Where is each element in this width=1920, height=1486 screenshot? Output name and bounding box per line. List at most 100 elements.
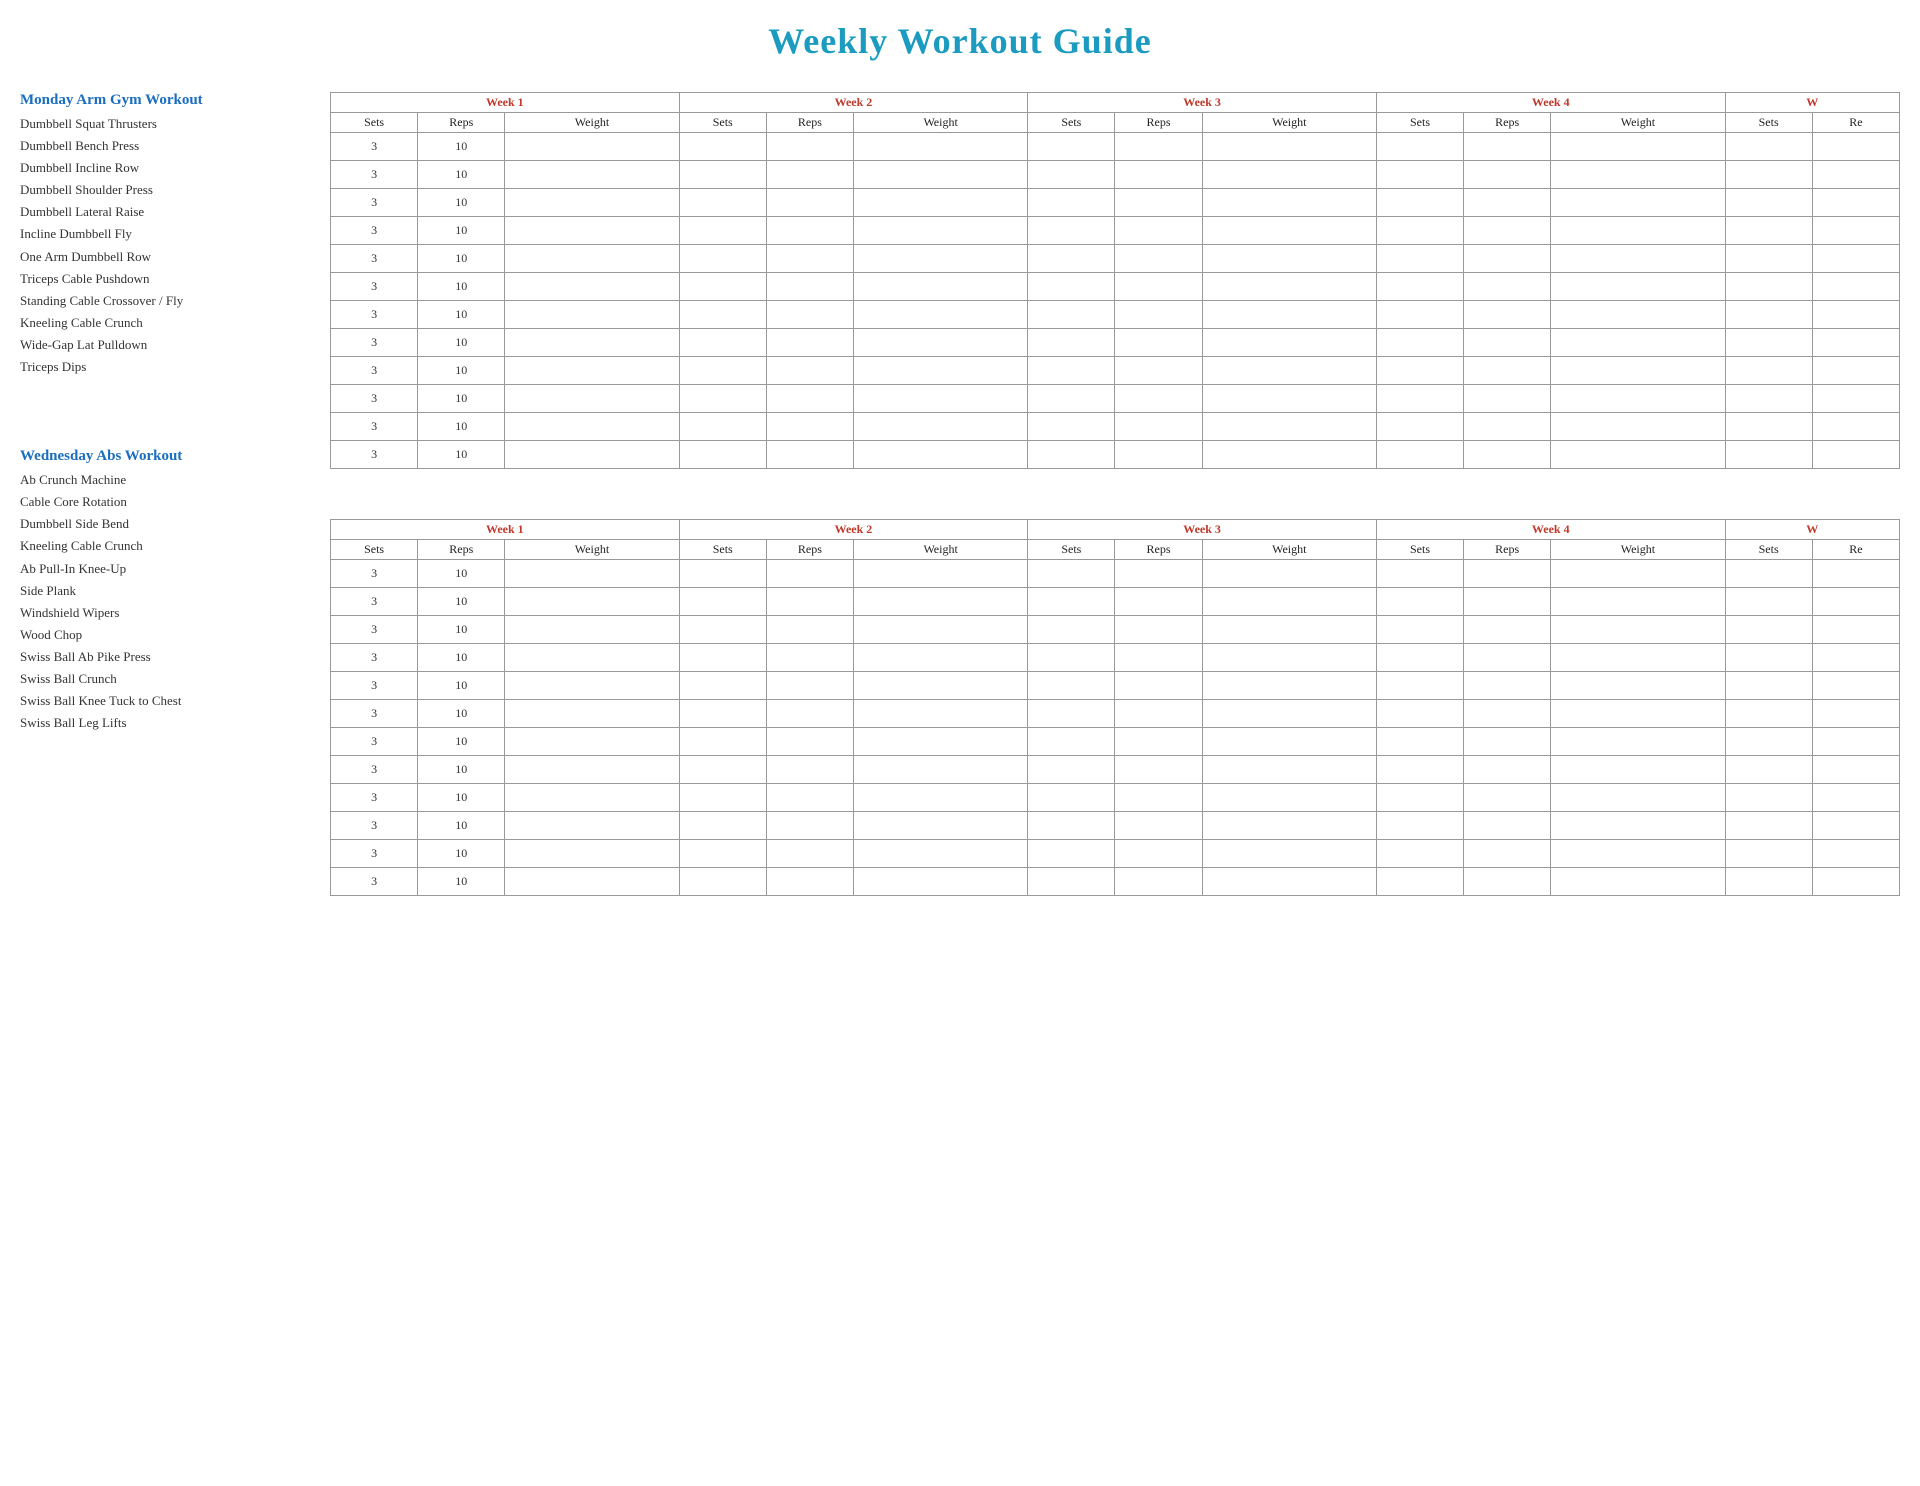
table-cell[interactable]	[766, 161, 853, 189]
table-cell[interactable]	[766, 672, 853, 700]
table-cell[interactable]	[1115, 245, 1202, 273]
table-cell[interactable]	[1812, 273, 1899, 301]
table-cell[interactable]	[1812, 840, 1899, 868]
table-cell[interactable]	[1551, 133, 1725, 161]
table-cell[interactable]	[505, 728, 679, 756]
table-cell[interactable]	[766, 588, 853, 616]
table-cell[interactable]: 3	[331, 756, 418, 784]
table-cell[interactable]	[766, 301, 853, 329]
table-cell[interactable]	[1376, 868, 1463, 896]
table-cell[interactable]	[1202, 728, 1376, 756]
table-cell[interactable]	[1725, 217, 1812, 245]
table-cell[interactable]	[1464, 840, 1551, 868]
table-cell[interactable]	[679, 560, 766, 588]
table-cell[interactable]	[766, 644, 853, 672]
table-cell[interactable]	[766, 385, 853, 413]
table-cell[interactable]	[766, 133, 853, 161]
table-cell[interactable]	[853, 644, 1027, 672]
table-cell[interactable]	[853, 672, 1027, 700]
table-cell[interactable]	[853, 700, 1027, 728]
table-cell[interactable]: 10	[418, 273, 505, 301]
table-cell[interactable]	[679, 672, 766, 700]
table-cell[interactable]	[679, 616, 766, 644]
table-cell[interactable]	[853, 385, 1027, 413]
table-cell[interactable]	[1812, 644, 1899, 672]
table-cell[interactable]	[1551, 588, 1725, 616]
table-cell[interactable]	[1202, 329, 1376, 357]
table-cell[interactable]: 10	[418, 588, 505, 616]
table-cell[interactable]	[1115, 329, 1202, 357]
table-cell[interactable]	[1464, 672, 1551, 700]
table-cell[interactable]	[679, 329, 766, 357]
table-cell[interactable]	[1551, 301, 1725, 329]
table-cell[interactable]	[1812, 329, 1899, 357]
table-cell[interactable]	[1115, 273, 1202, 301]
table-cell[interactable]	[853, 413, 1027, 441]
table-cell[interactable]	[1812, 672, 1899, 700]
table-cell[interactable]	[679, 189, 766, 217]
table-cell[interactable]	[1464, 161, 1551, 189]
table-cell[interactable]	[1812, 728, 1899, 756]
table-cell[interactable]: 10	[418, 784, 505, 812]
table-cell[interactable]: 10	[418, 756, 505, 784]
table-cell[interactable]	[1725, 385, 1812, 413]
table-cell[interactable]	[1812, 189, 1899, 217]
table-cell[interactable]	[1028, 616, 1115, 644]
table-cell[interactable]	[1115, 413, 1202, 441]
table-cell[interactable]: 10	[418, 189, 505, 217]
table-cell[interactable]	[766, 273, 853, 301]
table-cell[interactable]	[1812, 588, 1899, 616]
table-cell[interactable]: 10	[418, 700, 505, 728]
table-cell[interactable]	[1725, 812, 1812, 840]
table-cell[interactable]	[1464, 616, 1551, 644]
table-cell[interactable]	[679, 756, 766, 784]
table-cell[interactable]	[1376, 784, 1463, 812]
table-cell[interactable]	[505, 133, 679, 161]
table-cell[interactable]	[766, 245, 853, 273]
table-cell[interactable]	[1028, 784, 1115, 812]
table-cell[interactable]	[1202, 840, 1376, 868]
table-cell[interactable]	[1551, 728, 1725, 756]
table-cell[interactable]	[1376, 301, 1463, 329]
table-cell[interactable]: 3	[331, 161, 418, 189]
table-cell[interactable]	[1376, 560, 1463, 588]
table-cell[interactable]	[1115, 644, 1202, 672]
table-cell[interactable]	[1376, 245, 1463, 273]
table-cell[interactable]	[853, 756, 1027, 784]
table-cell[interactable]: 3	[331, 133, 418, 161]
table-cell[interactable]	[679, 413, 766, 441]
table-cell[interactable]	[1812, 133, 1899, 161]
table-cell[interactable]	[853, 273, 1027, 301]
table-cell[interactable]	[1725, 245, 1812, 273]
table-cell[interactable]: 3	[331, 616, 418, 644]
table-cell[interactable]	[1464, 245, 1551, 273]
table-cell[interactable]	[1376, 588, 1463, 616]
table-cell[interactable]	[679, 357, 766, 385]
table-cell[interactable]	[1551, 784, 1725, 812]
table-cell[interactable]: 10	[418, 413, 505, 441]
table-cell[interactable]: 10	[418, 672, 505, 700]
table-cell[interactable]	[1464, 588, 1551, 616]
table-cell[interactable]	[505, 357, 679, 385]
table-cell[interactable]: 3	[331, 189, 418, 217]
table-cell[interactable]: 10	[418, 868, 505, 896]
table-cell[interactable]	[1115, 868, 1202, 896]
table-cell[interactable]	[1028, 644, 1115, 672]
table-cell[interactable]	[1551, 245, 1725, 273]
table-cell[interactable]	[1464, 301, 1551, 329]
table-cell[interactable]	[1551, 273, 1725, 301]
table-cell[interactable]	[1725, 560, 1812, 588]
table-cell[interactable]	[1812, 357, 1899, 385]
table-cell[interactable]	[1028, 385, 1115, 413]
table-cell[interactable]	[1551, 868, 1725, 896]
table-cell[interactable]	[1202, 756, 1376, 784]
table-cell[interactable]	[853, 560, 1027, 588]
table-cell[interactable]	[505, 700, 679, 728]
table-cell[interactable]: 3	[331, 868, 418, 896]
table-cell[interactable]	[1812, 441, 1899, 469]
table-cell[interactable]	[679, 728, 766, 756]
table-cell[interactable]	[1551, 560, 1725, 588]
table-cell[interactable]	[1115, 161, 1202, 189]
table-cell[interactable]	[505, 812, 679, 840]
table-cell[interactable]	[1028, 189, 1115, 217]
